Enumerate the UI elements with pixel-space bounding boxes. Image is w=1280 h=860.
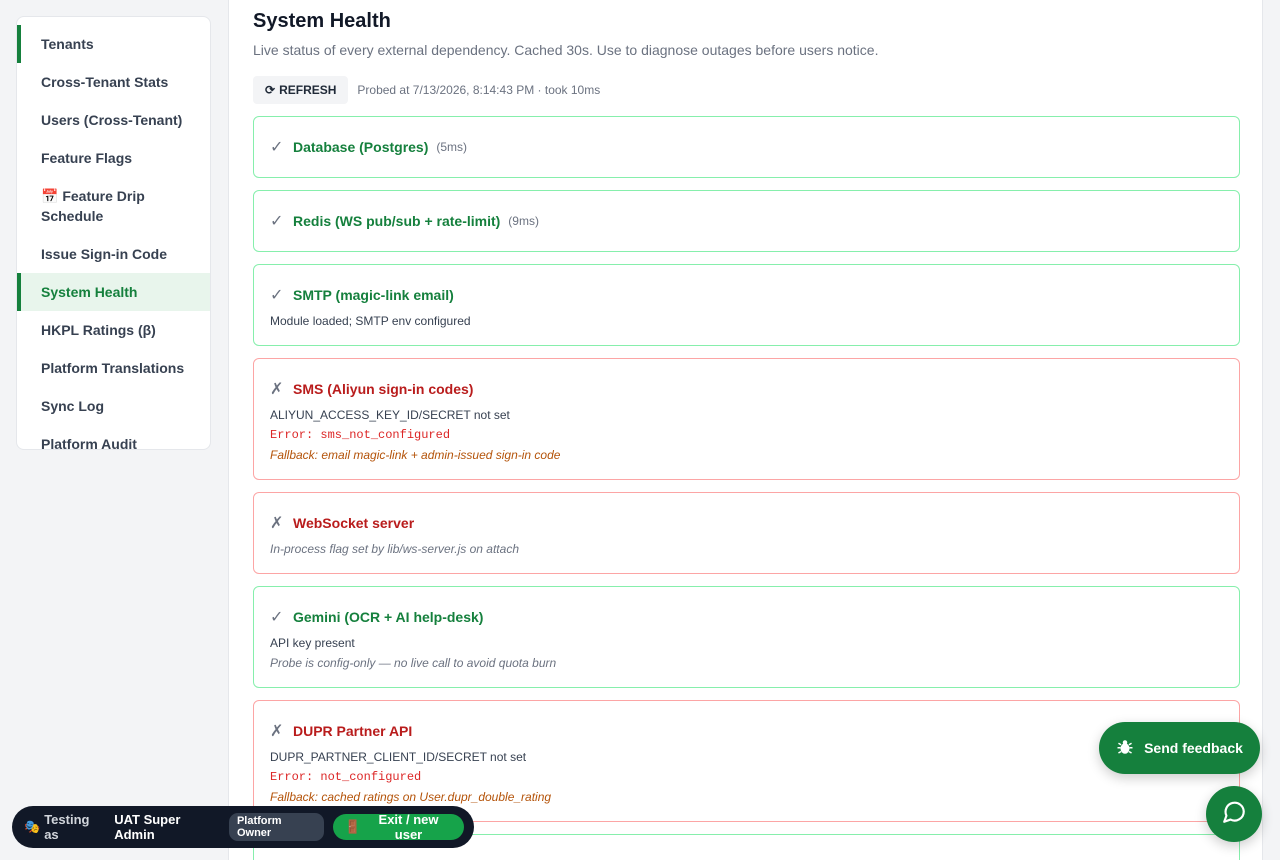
check-name: DUPR Partner API [293, 723, 413, 739]
refresh-button[interactable]: ⟳ REFRESH [253, 76, 349, 104]
check-latency: (9ms) [508, 214, 539, 228]
sidebar-item-feature-flags[interactable]: Feature Flags [17, 139, 210, 177]
masks-icon: 🎭 [24, 819, 41, 834]
check-name: SMTP (magic-link email) [293, 287, 454, 303]
check-detail: DUPR_PARTNER_CLIENT_ID/SECRET not set [270, 750, 527, 764]
check-name: Gemini (OCR + AI help-desk) [293, 609, 484, 625]
check-icon: ✓ [270, 609, 284, 626]
check-detail: Module loaded; SMTP env configured [270, 314, 471, 328]
impersonation-bar: 🎭 Testing as UAT Super Admin Platform Ow… [12, 806, 474, 848]
chat-bubble-icon [1221, 799, 1247, 830]
check-detail: ALIYUN_ACCESS_KEY_ID/SECRET not set [270, 408, 510, 422]
health-card-sms: ✗ SMS (Aliyun sign-in codes) ALIYUN_ACCE… [253, 358, 1240, 480]
exit-label: Exit / new user [378, 812, 439, 842]
check-fallback: Fallback: email magic-link + admin-issue… [270, 448, 561, 462]
health-card-smtp: ✓ SMTP (magic-link email) Module loaded;… [253, 264, 1240, 346]
refresh-icon: ⟳ [265, 83, 276, 97]
health-card-gemini: ✓ Gemini (OCR + AI help-desk) API key pr… [253, 586, 1240, 688]
chat-button[interactable] [1206, 786, 1262, 842]
check-fallback: Fallback: cached ratings on User.dupr_do… [270, 790, 552, 804]
check-error: Error: not_configured [270, 770, 422, 784]
health-card-dupr: ✗ DUPR Partner API DUPR_PARTNER_CLIENT_I… [253, 700, 1240, 822]
sidebar-item-sync-log[interactable]: Sync Log [17, 387, 210, 425]
check-error: Error: sms_not_configured [270, 428, 451, 442]
door-icon: 🚪 [344, 819, 362, 834]
role-badge: Platform Owner [228, 813, 324, 841]
sidebar-item-platform-translations[interactable]: Platform Translations [17, 349, 210, 387]
exit-new-user-button[interactable]: 🚪 Exit / new user [332, 812, 464, 842]
toolbar: ⟳ REFRESH Probed at 7/13/2026, 8:14:43 P… [253, 76, 600, 104]
health-card-redis: ✓ Redis (WS pub/sub + rate-limit) (9ms) [253, 190, 1240, 252]
send-feedback-button[interactable]: Send feedback [1099, 722, 1260, 774]
impersonated-user: UAT Super Admin [114, 812, 181, 842]
check-note: Probe is config-only — no live call to a… [270, 656, 557, 670]
check-name: Redis (WS pub/sub + rate-limit) [293, 213, 501, 229]
send-feedback-label: Send feedback [1144, 740, 1243, 756]
check-name: SMS (Aliyun sign-in codes) [293, 381, 474, 397]
sidebar-item-platform-audit[interactable]: Platform Audit [17, 425, 210, 449]
cross-icon: ✗ [270, 515, 284, 532]
sidebar-item-cross-tenant-stats[interactable]: Cross-Tenant Stats [17, 63, 210, 101]
page-title: System Health [253, 10, 391, 32]
check-name: Database (Postgres) [293, 139, 429, 155]
health-card-websocket: ✗ WebSocket server In-process flag set b… [253, 492, 1240, 574]
check-detail: API key present [270, 636, 355, 650]
sidebar-item-issue-sign-in-code[interactable]: Issue Sign-in Code [17, 235, 210, 273]
health-card-database: ✓ Database (Postgres) (5ms) [253, 116, 1240, 178]
refresh-label: REFRESH [279, 83, 337, 97]
check-note: In-process flag set by lib/ws-server.js … [270, 542, 519, 556]
check-latency: (5ms) [436, 140, 468, 154]
probe-info: Probed at 7/13/2026, 8:14:43 PM · took 1… [357, 83, 601, 97]
admin-sidebar: Tenants Cross-Tenant Stats Users (Cross-… [16, 16, 211, 450]
check-name: WebSocket server [293, 515, 415, 531]
sidebar-item-feature-drip-schedule[interactable]: 📅 Feature Drip Schedule [17, 177, 210, 235]
check-icon: ✓ [270, 213, 284, 230]
sidebar-item-users[interactable]: Users (Cross-Tenant) [17, 101, 210, 139]
cross-icon: ✗ [270, 723, 284, 740]
testing-as-label: Testing as [44, 812, 90, 842]
sidebar-item-tenants[interactable]: Tenants [17, 25, 210, 63]
cross-icon: ✗ [270, 381, 284, 398]
check-icon: ✓ [270, 139, 284, 156]
sidebar-item-system-health[interactable]: System Health [17, 273, 210, 311]
page-subtitle: Live status of every external dependency… [253, 42, 879, 58]
check-icon: ✓ [270, 287, 284, 304]
bug-icon [1116, 738, 1134, 759]
sidebar-item-hkpl-ratings[interactable]: HKPL Ratings (β) [17, 311, 210, 349]
